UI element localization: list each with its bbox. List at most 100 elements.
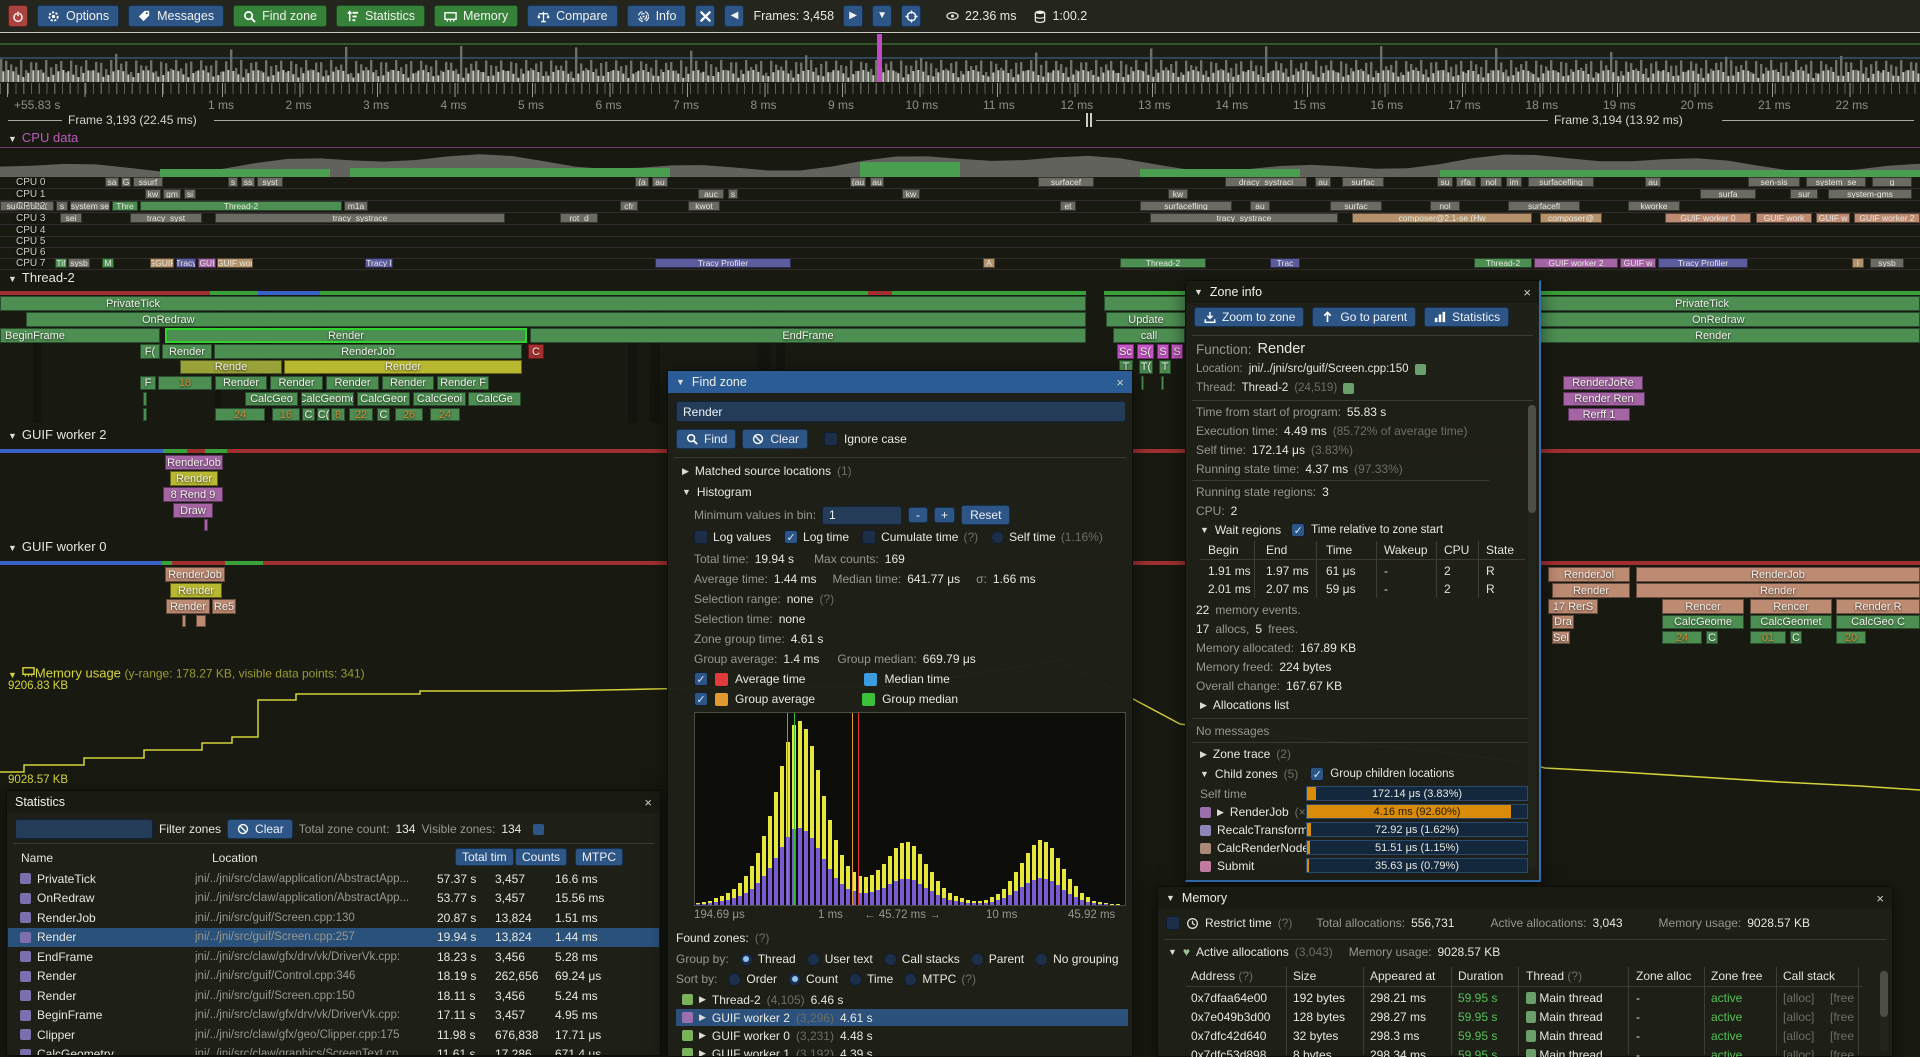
- zone[interactable]: Render Ren: [1563, 392, 1645, 406]
- cpu-zone[interactable]: G: [121, 177, 131, 187]
- goto-frame-button[interactable]: [901, 5, 921, 27]
- find-zone-query-input[interactable]: Render: [676, 401, 1126, 422]
- stats-row[interactable]: Render jni/../jni/src/guif/Screen.cpp:25…: [8, 928, 659, 947]
- zone[interactable]: [204, 519, 208, 531]
- memory-titlebar[interactable]: ▼ Memory ×: [1158, 887, 1892, 909]
- options-button[interactable]: Options: [37, 5, 119, 27]
- cpu-zone[interactable]: sur: [1790, 189, 1818, 199]
- free-callstack-cell[interactable]: [free: [1830, 991, 1854, 1005]
- zone[interactable]: CalcGeome: [301, 392, 354, 406]
- cpu-zone[interactable]: tracy_systrace: [215, 213, 505, 223]
- restrict-time-checkbox[interactable]: ✓: [1166, 916, 1180, 930]
- cpu-zone[interactable]: surfacefling: [1140, 201, 1232, 211]
- cpu-zone[interactable]: sysb: [1870, 258, 1904, 268]
- filter-zones-input[interactable]: [15, 819, 153, 839]
- zone[interactable]: 17 RerS: [1548, 599, 1598, 614]
- zone[interactable]: Render: [170, 471, 218, 486]
- cpu-zone[interactable]: sei: [60, 213, 82, 223]
- zone[interactable]: 22: [349, 408, 373, 421]
- cumulate-time-checkbox[interactable]: ✓: [862, 530, 876, 544]
- cpu-zone[interactable]: m1a: [344, 201, 368, 211]
- cpu-zone[interactable]: (a: [635, 177, 649, 187]
- zone[interactable]: Rende: [180, 360, 282, 374]
- zone-info-titlebar[interactable]: ▼ Zone info ×: [1186, 281, 1539, 303]
- zone[interactable]: [1141, 376, 1144, 390]
- radio-parent[interactable]: [971, 953, 984, 966]
- min-bin-input[interactable]: 1: [822, 506, 902, 525]
- cpu-zone[interactable]: GUI: [198, 258, 216, 268]
- cpu-zone[interactable]: A: [983, 258, 995, 268]
- cpu-zone[interactable]: g: [1872, 177, 1912, 187]
- col-location[interactable]: Location: [212, 851, 257, 865]
- cpu-zone[interactable]: Thre: [112, 201, 138, 211]
- zone[interactable]: Render: [165, 328, 527, 343]
- group-line-checkbox[interactable]: ✓: [694, 692, 708, 706]
- reset-button[interactable]: Reset: [961, 505, 1010, 525]
- zone[interactable]: Render: [1636, 583, 1920, 598]
- avg-line-checkbox[interactable]: ✓: [694, 672, 708, 686]
- cpu-zone[interactable]: au: [1315, 177, 1331, 187]
- zone[interactable]: 24: [1662, 631, 1702, 644]
- cpu-zone[interactable]: surfac: [1342, 177, 1384, 187]
- stats-row[interactable]: EndFrame jni/../jni/src/claw/gfx/drv/vk/…: [8, 947, 659, 966]
- zone[interactable]: EndFrame: [530, 328, 1086, 343]
- cpu-zone[interactable]: GUIF worker 2: [1534, 258, 1618, 268]
- messages-button[interactable]: Messages: [128, 5, 224, 27]
- zone[interactable]: Render: [162, 344, 212, 359]
- zone[interactable]: Sc: [1117, 344, 1134, 359]
- zone[interactable]: RenderJob: [1636, 567, 1920, 582]
- statistics-button[interactable]: Statistics: [336, 5, 425, 27]
- cpu-zone[interactable]: kw: [902, 189, 920, 199]
- stats-row[interactable]: OnRedraw jni/../jni/src/claw/application…: [8, 889, 659, 908]
- radio-order[interactable]: [728, 973, 741, 986]
- zone[interactable]: [182, 615, 186, 627]
- cpu-zone[interactable]: su: [1437, 177, 1453, 187]
- alloc-col-header[interactable]: Duration: [1458, 969, 1503, 983]
- find-zone-titlebar[interactable]: ▼ Find zone ×: [668, 371, 1132, 393]
- clear-button[interactable]: Clear: [742, 429, 808, 449]
- close-icon[interactable]: ×: [1116, 375, 1124, 390]
- zone[interactable]: C: [528, 344, 544, 359]
- active-allocations-header[interactable]: ▼ ♥ Active allocations(3,043) Memory usa…: [1168, 945, 1500, 959]
- cpu-zone[interactable]: GGUIF: [150, 258, 174, 268]
- zone[interactable]: RenderJob: [165, 455, 223, 470]
- cpu-zone[interactable]: GUIF w: [1816, 213, 1850, 223]
- close-icon[interactable]: ×: [1876, 891, 1884, 906]
- zone[interactable]: Dra: [1552, 615, 1574, 629]
- zone[interactable]: T: [1159, 360, 1171, 374]
- group-children-checkbox[interactable]: ✓: [1310, 767, 1324, 781]
- find-zone-histogram[interactable]: [694, 712, 1126, 906]
- cpu-zone[interactable]: GUIF work: [1756, 213, 1812, 223]
- bin-increment-button[interactable]: +: [934, 507, 955, 523]
- cpu-zone[interactable]: GUIF w: [1620, 258, 1656, 268]
- zone[interactable]: S(: [1137, 344, 1154, 359]
- cpu-zone[interactable]: surfac: [1330, 201, 1382, 211]
- zone[interactable]: 01: [1750, 631, 1786, 644]
- cpu-zone[interactable]: Tif: [55, 258, 67, 268]
- alloc-col-header[interactable]: Zone free: [1711, 969, 1762, 983]
- cpu-zone[interactable]: nol: [1430, 201, 1460, 211]
- zone[interactable]: OnRedraw: [26, 312, 1086, 327]
- bin-decrement-button[interactable]: -: [908, 507, 928, 523]
- zone[interactable]: CalcGeomet: [1750, 615, 1832, 629]
- cpu-zone[interactable]: sen-sis: [1748, 177, 1800, 187]
- alloc-col-header[interactable]: Size: [1293, 969, 1316, 983]
- stats-row[interactable]: BeginFrame jni/../jni/src/claw/gfx/drv/v…: [8, 1006, 659, 1025]
- free-callstack-cell[interactable]: [free: [1830, 1010, 1854, 1024]
- cpu-zone[interactable]: GUIF worker 0: [1665, 213, 1751, 223]
- wait-regions-header[interactable]: ▼ Wait regions ✓ Time relative to zone s…: [1200, 523, 1443, 537]
- cpu-zone[interactable]: s: [728, 189, 738, 199]
- cpu-zone[interactable]: nol: [1480, 177, 1502, 187]
- zone[interactable]: CalcGeo: [245, 392, 298, 406]
- log-time-checkbox[interactable]: ✓: [784, 530, 798, 544]
- stats-row[interactable]: CalcGeometry jni/../jni/src/claw/graphic…: [8, 1045, 659, 1056]
- zone[interactable]: Rencer: [1662, 599, 1744, 614]
- cpu-zone[interactable]: M: [102, 258, 114, 268]
- alloc-col-header[interactable]: Address (?): [1191, 969, 1253, 983]
- cpu-zone[interactable]: au: [1250, 201, 1270, 211]
- zone[interactable]: T(: [1139, 360, 1153, 374]
- cpu-zone[interactable]: system se: [70, 201, 110, 211]
- zone[interactable]: 18: [158, 376, 212, 390]
- zone[interactable]: 8 Rend 9: [163, 487, 223, 502]
- alloc-callstack-cell[interactable]: [alloc]: [1783, 991, 1814, 1005]
